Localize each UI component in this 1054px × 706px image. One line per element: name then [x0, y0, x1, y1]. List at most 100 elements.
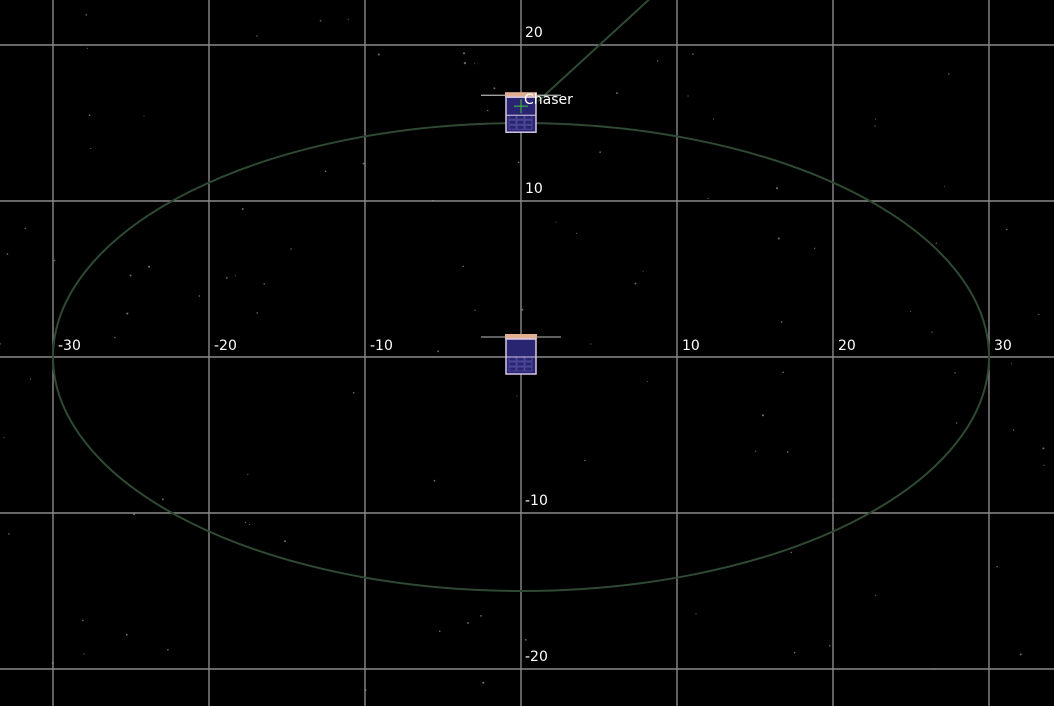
- star: [88, 114, 91, 116]
- star: [996, 565, 998, 568]
- star: [248, 524, 251, 526]
- star: [948, 73, 950, 75]
- star: [3, 436, 5, 438]
- star: [524, 638, 527, 641]
- star: [1006, 228, 1008, 231]
- star: [599, 151, 601, 153]
- star: [263, 282, 266, 285]
- star: [129, 274, 132, 277]
- x-tick-label: 20: [838, 338, 856, 354]
- spacecraft-target[interactable]: [481, 334, 561, 375]
- star: [256, 35, 258, 37]
- star: [347, 18, 349, 20]
- star: [474, 309, 476, 311]
- star: [167, 648, 169, 651]
- star: [114, 336, 116, 339]
- star: [467, 622, 469, 624]
- star: [755, 450, 757, 452]
- spacecraft-chaser[interactable]: Chaser: [481, 92, 573, 133]
- y-tick-label: 20: [525, 25, 543, 41]
- star: [319, 19, 322, 22]
- star: [29, 378, 32, 380]
- star: [463, 62, 466, 65]
- star: [931, 331, 933, 333]
- star: [437, 350, 440, 353]
- x-tick-label: -30: [58, 338, 81, 354]
- star: [256, 312, 259, 314]
- star: [143, 115, 145, 117]
- star: [1038, 313, 1040, 316]
- star: [161, 498, 164, 501]
- y-tick-label: -20: [525, 649, 548, 665]
- star: [642, 270, 644, 272]
- star: [480, 615, 482, 617]
- star: [790, 551, 792, 554]
- star: [247, 473, 249, 475]
- star: [81, 619, 84, 622]
- star: [1019, 653, 1022, 656]
- trajectory-line: [537, 0, 650, 102]
- star: [576, 232, 578, 234]
- star: [493, 87, 496, 90]
- star: [695, 613, 697, 615]
- star: [955, 422, 958, 424]
- star: [148, 265, 151, 268]
- orbit-view[interactable]: -30-20-1001020302010-10-20 Chaser: [0, 0, 1054, 706]
- star: [433, 479, 436, 482]
- spacecraft-layer[interactable]: Chaser: [481, 92, 573, 375]
- star: [874, 118, 876, 120]
- star: [324, 170, 327, 173]
- star: [1012, 429, 1015, 431]
- star: [125, 633, 128, 636]
- star: [761, 414, 765, 417]
- star: [83, 653, 85, 655]
- x-tick-label: 10: [682, 338, 700, 354]
- star: [362, 162, 365, 165]
- star: [53, 259, 56, 262]
- star: [828, 644, 831, 647]
- star: [616, 92, 618, 95]
- star: [590, 343, 592, 345]
- star: [234, 274, 236, 276]
- x-tick-label: 30: [994, 338, 1012, 354]
- star: [687, 95, 689, 97]
- star: [283, 540, 287, 543]
- star: [1010, 362, 1012, 364]
- star: [813, 247, 816, 250]
- star: [474, 63, 476, 65]
- star: [6, 253, 9, 255]
- star: [874, 125, 876, 127]
- star: [352, 391, 355, 394]
- star: [656, 60, 659, 62]
- star: [944, 186, 946, 188]
- star: [521, 308, 524, 311]
- star: [517, 161, 520, 164]
- star: [0, 343, 1, 345]
- star: [377, 53, 380, 56]
- star: [516, 395, 518, 397]
- x-tick-label: -20: [214, 338, 237, 354]
- star: [225, 276, 228, 279]
- y-tick-label: -10: [525, 493, 548, 509]
- star: [1042, 447, 1045, 450]
- y-tick-label: 10: [525, 181, 543, 197]
- star: [786, 451, 789, 453]
- star: [793, 651, 796, 654]
- star: [954, 372, 956, 374]
- star: [782, 371, 785, 374]
- star: [241, 208, 244, 210]
- star: [775, 187, 779, 190]
- star: [1043, 464, 1045, 466]
- star: [462, 265, 465, 268]
- star: [126, 312, 129, 315]
- spacecraft-label: Chaser: [524, 92, 573, 108]
- star: [8, 533, 10, 535]
- star: [198, 295, 201, 297]
- star: [692, 53, 694, 55]
- star: [634, 282, 637, 285]
- star: [86, 47, 89, 49]
- star: [875, 594, 877, 596]
- star: [712, 118, 715, 120]
- star: [462, 52, 466, 55]
- star: [90, 148, 92, 150]
